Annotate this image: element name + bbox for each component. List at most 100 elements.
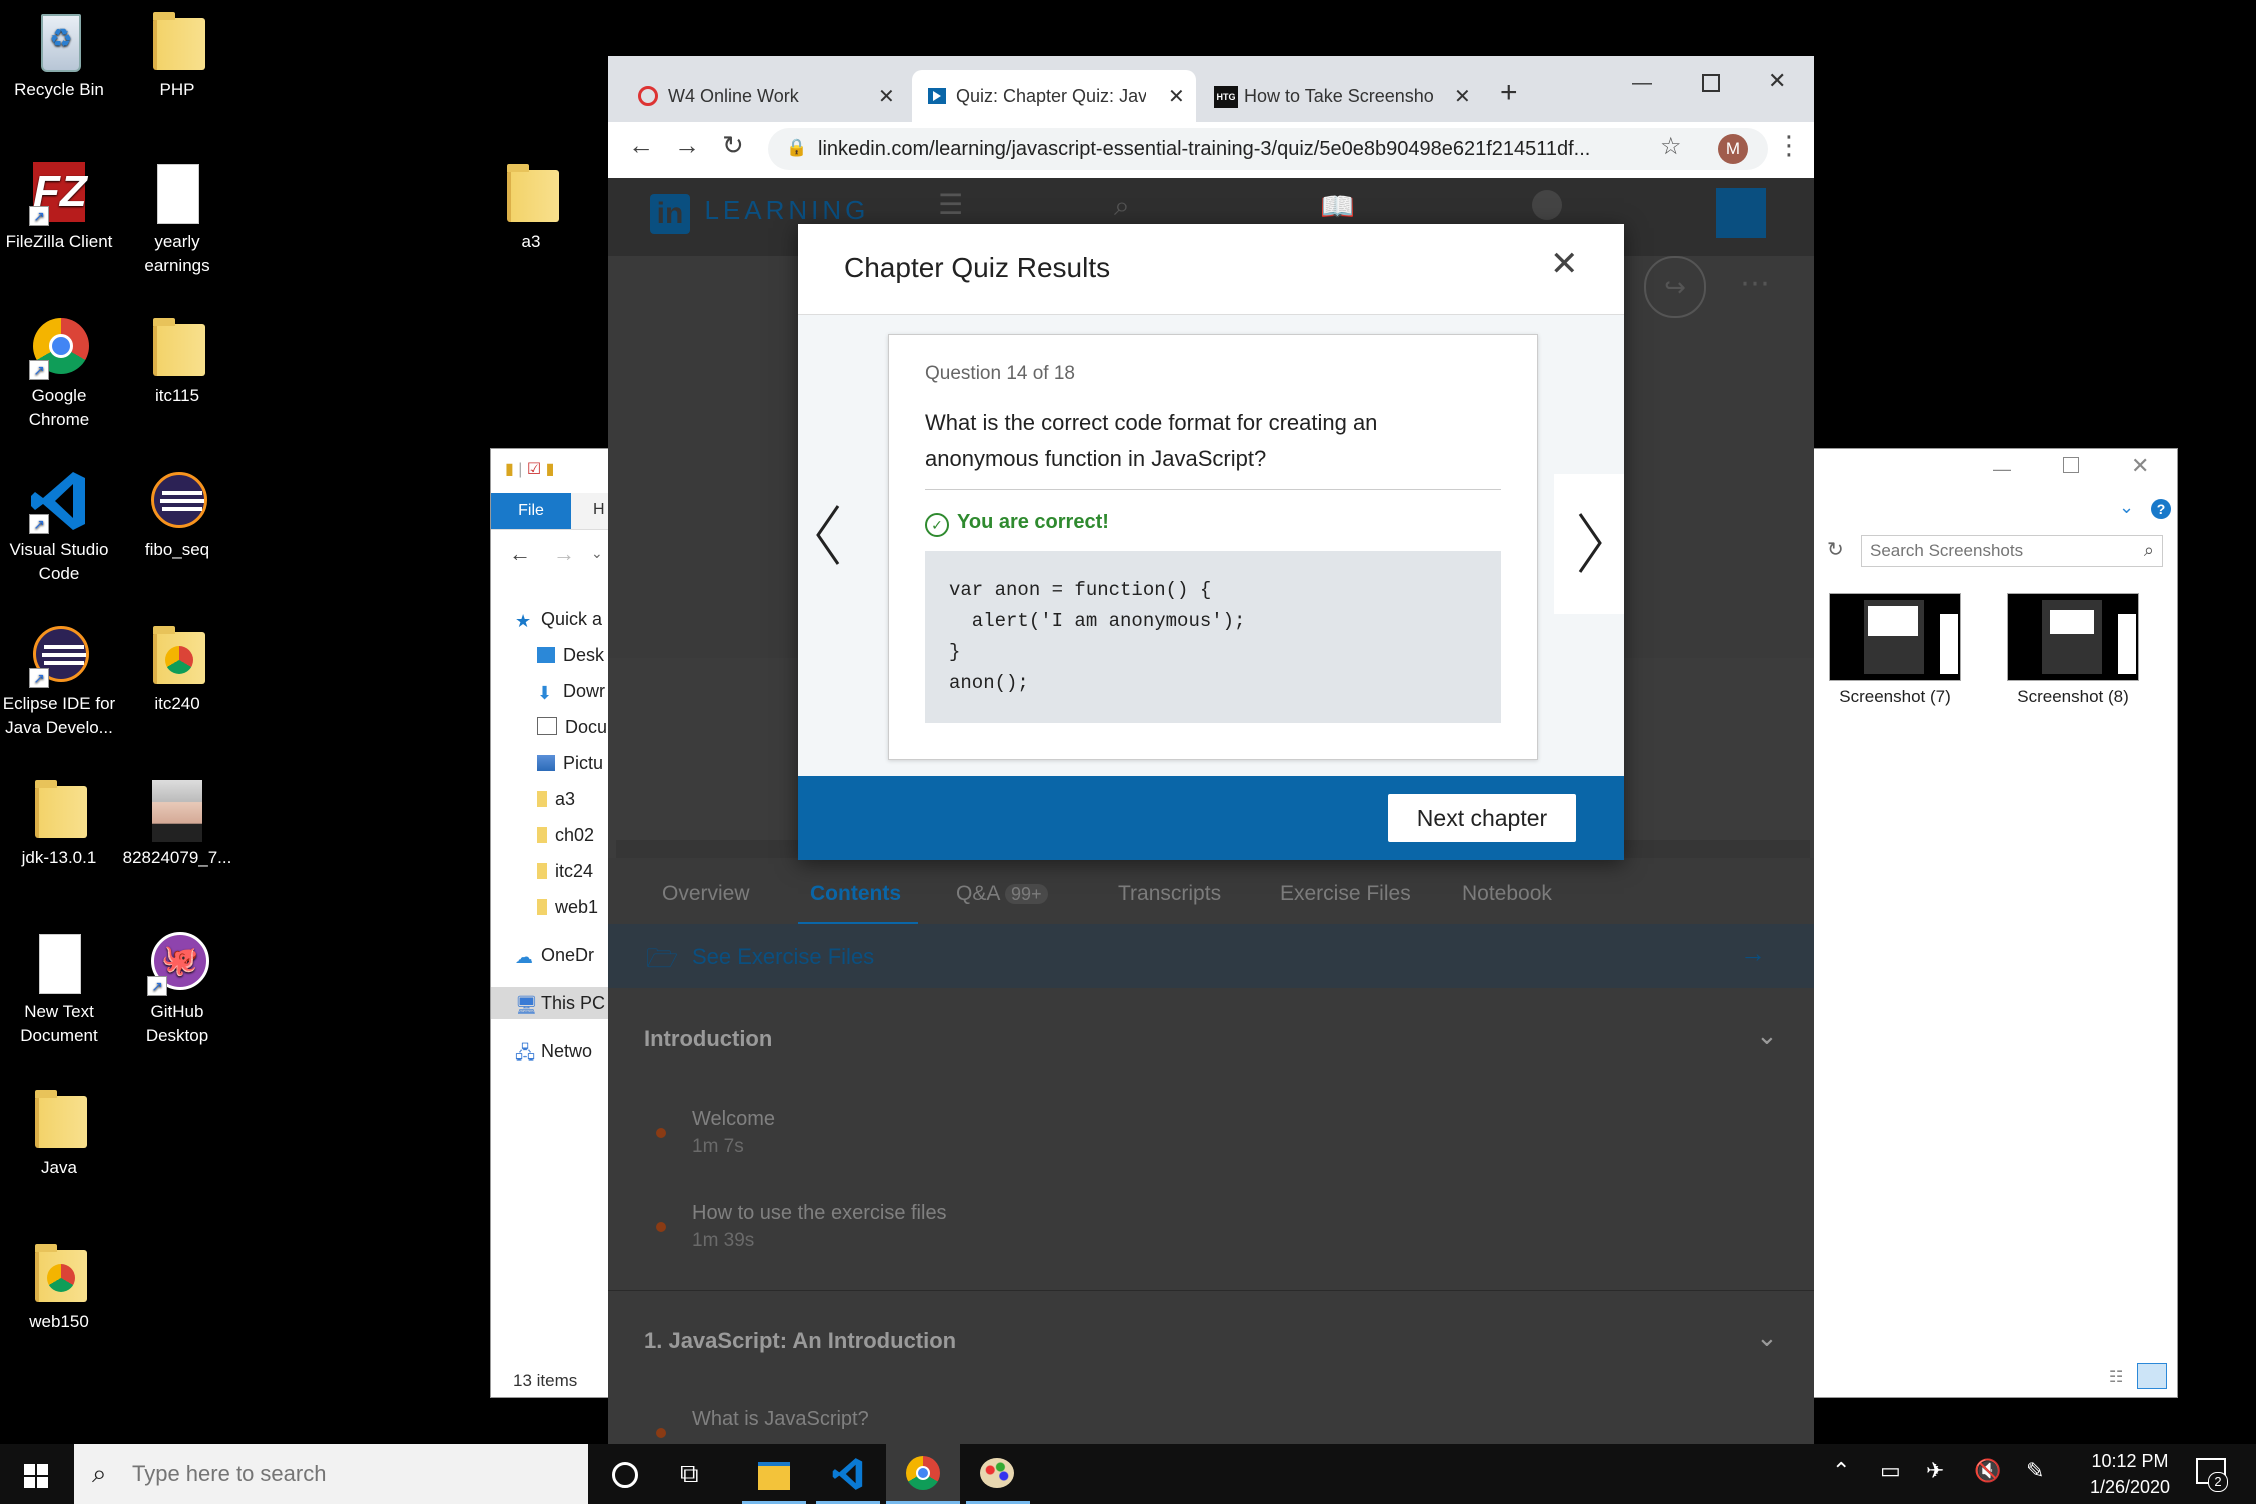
search-icon[interactable]: ⌕	[1114, 190, 1130, 223]
forward-arrow-icon[interactable]: →	[553, 541, 575, 567]
battery-icon[interactable]: ▭	[1880, 1458, 1901, 1484]
tab-close-icon[interactable]: ✕	[1454, 84, 1471, 109]
section-javascript-introduction[interactable]: 1. JavaScript: An Introduction	[644, 1328, 956, 1354]
nav-desktop[interactable]: Desk	[537, 645, 604, 666]
details-view-icon[interactable]: ☷	[2109, 1367, 2123, 1387]
nav-ch02[interactable]: ch02	[537, 825, 594, 846]
desktop-icon-vscode[interactable]: ↗ Visual Studio Code	[0, 468, 118, 586]
profile-icon[interactable]	[1532, 190, 1562, 220]
desktop-icon-yearly-earnings[interactable]: yearly earnings	[118, 160, 236, 278]
taskbar-search-input[interactable]	[130, 1458, 564, 1490]
taskbar-vscode[interactable]	[812, 1444, 884, 1504]
course-item-exercise-files[interactable]: How to use the exercise files	[692, 1202, 947, 1225]
desktop-icon-java[interactable]: Java	[0, 1086, 118, 1180]
previous-question-arrow-icon[interactable]	[814, 502, 842, 573]
back-arrow-icon[interactable]: ←	[509, 541, 531, 567]
nav-itc24[interactable]: itc24	[537, 861, 593, 882]
file-thumbnail-screenshot-8[interactable]: Screenshot (8)	[2007, 593, 2139, 707]
tab-close-icon[interactable]: ✕	[1168, 84, 1185, 109]
share-button[interactable]: ↪	[1644, 256, 1706, 318]
tab-how-to-take-screenshot[interactable]: HTG How to Take Screenshot ✕	[1200, 70, 1482, 122]
file-explorer-left[interactable]: ▮ | ☑ ▮ File H ← → ⌄ ★ Quick a Desk ⬇ Dowr…	[490, 448, 612, 1398]
reload-button[interactable]: ↻	[722, 130, 744, 161]
desktop-icon-jdk[interactable]: jdk-13.0.1	[0, 776, 118, 870]
maximize-button[interactable]	[2063, 457, 2079, 473]
ribbon-expand-icon[interactable]: ⌄	[2119, 497, 2134, 518]
tab-close-icon[interactable]: ✕	[878, 84, 895, 109]
desktop-icon-google-chrome[interactable]: ↗ Google Chrome	[0, 314, 118, 432]
next-question-arrow-icon[interactable]	[1576, 510, 1604, 576]
taskbar-chrome[interactable]	[886, 1444, 960, 1504]
tab-notebook[interactable]: Notebook	[1462, 882, 1552, 906]
desktop-icon-recycle-bin[interactable]: ♻ Recycle Bin	[0, 8, 118, 102]
ribbon-home-tab[interactable]: H	[593, 501, 605, 519]
desktop-icon-web150[interactable]: web150	[0, 1240, 118, 1334]
nav-documents[interactable]: Docu	[537, 717, 607, 738]
org-logo-icon[interactable]	[1716, 188, 1766, 238]
next-chapter-button[interactable]: Next chapter	[1388, 794, 1576, 842]
nav-pictures[interactable]: Pictu	[537, 753, 603, 774]
minimize-button[interactable]: —	[1993, 459, 2011, 480]
close-button[interactable]: ✕	[2131, 453, 2149, 479]
tab-contents[interactable]: Contents	[810, 882, 901, 906]
desktop-icon-github-desktop[interactable]: 🐙 ↗ GitHub Desktop	[118, 930, 236, 1048]
profile-avatar[interactable]: M	[1718, 134, 1748, 164]
desktop-icon-itc115[interactable]: itc115	[118, 314, 236, 408]
browse-list-icon[interactable]: ☰	[938, 188, 963, 221]
desktop-icon-eclipse[interactable]: ↗ Eclipse IDE for Java Develo...	[0, 622, 118, 740]
desktop-icon-photo[interactable]: 82824079_7...	[118, 776, 236, 870]
tab-w4-online-work[interactable]: W4 Online Work ✕	[624, 70, 906, 122]
nav-a3[interactable]: a3	[537, 789, 575, 810]
file-thumbnail-screenshot-7[interactable]: Screenshot (7)	[1829, 593, 1961, 707]
task-view-icon[interactable]: ⧉	[680, 1458, 699, 1490]
window-close-button[interactable]: ✕	[1768, 68, 1786, 94]
desktop-icon-fibo-seq[interactable]: fibo_seq	[118, 468, 236, 562]
tab-overview[interactable]: Overview	[662, 882, 750, 906]
chevron-down-icon[interactable]: ⌄	[1756, 1322, 1778, 1353]
modal-close-icon[interactable]: ✕	[1550, 244, 1579, 284]
nav-this-pc[interactable]: 🖥 This PC	[515, 993, 605, 1015]
url-text[interactable]: linkedin.com/learning/javascript-essenti…	[818, 138, 1590, 161]
section-introduction[interactable]: Introduction	[644, 1026, 772, 1052]
show-hidden-icons[interactable]: ⌃	[1832, 1458, 1850, 1484]
tab-transcripts[interactable]: Transcripts	[1118, 882, 1221, 906]
book-icon[interactable]: 📖	[1320, 190, 1355, 223]
window-maximize-button[interactable]	[1702, 74, 1720, 92]
chrome-menu-icon[interactable]: ⋮	[1776, 130, 1802, 161]
nav-network[interactable]: 🖧 Netwo	[515, 1041, 592, 1063]
bookmark-star-icon[interactable]: ☆	[1660, 132, 1682, 161]
refresh-icon[interactable]: ↻	[1827, 537, 1844, 562]
chevron-down-icon[interactable]: ⌄	[1756, 1020, 1778, 1051]
search-input[interactable]	[1868, 536, 2122, 566]
volume-muted-icon[interactable]: 🔇	[1974, 1458, 2001, 1484]
network-icon[interactable]: ✈	[1926, 1458, 1944, 1484]
nav-web1[interactable]: web1	[537, 897, 598, 918]
file-explorer-right[interactable]: — ✕ ⌄ ? ↻ ⌕ Screenshot (7) Screenshot (8…	[1812, 448, 2178, 1398]
desktop-icon-itc240[interactable]: itc240	[118, 622, 236, 716]
taskbar-search-box[interactable]: ⌕	[74, 1444, 588, 1504]
new-tab-button[interactable]: +	[1500, 76, 1518, 110]
start-button[interactable]	[0, 1444, 72, 1504]
back-button[interactable]: ←	[628, 130, 654, 161]
large-icons-view-icon[interactable]	[2137, 1363, 2167, 1389]
more-options-icon[interactable]: ⋯	[1740, 266, 1770, 301]
desktop-icon-filezilla[interactable]: FZ ↗ FileZilla Client	[0, 160, 118, 254]
desktop-icon-php[interactable]: PHP	[118, 8, 236, 102]
taskbar-file-explorer[interactable]	[738, 1444, 810, 1504]
cortana-icon[interactable]	[612, 1462, 638, 1488]
course-item-what-is-javascript[interactable]: What is JavaScript?	[692, 1408, 869, 1431]
tab-qa[interactable]: Q&A 99+	[956, 882, 1048, 906]
search-box[interactable]: ⌕	[1861, 535, 2163, 567]
nav-onedrive[interactable]: ☁ OneDr	[515, 945, 594, 967]
desktop-icon-new-text-document[interactable]: New Text Document	[0, 930, 118, 1048]
clock[interactable]: 10:12 PM 1/26/2020	[2070, 1448, 2190, 1500]
window-minimize-button[interactable]: —	[1632, 72, 1652, 95]
nav-downloads[interactable]: ⬇ Dowr	[537, 681, 605, 703]
next-question-area[interactable]	[1554, 474, 1624, 614]
forward-button[interactable]: →	[674, 130, 700, 161]
recent-locations-icon[interactable]: ⌄	[591, 545, 603, 562]
tab-exercise-files[interactable]: Exercise Files	[1280, 882, 1411, 906]
desktop-icon-a3[interactable]: a3	[472, 160, 590, 254]
help-icon[interactable]: ?	[2151, 499, 2171, 519]
pen-icon[interactable]: ✎	[2026, 1458, 2044, 1484]
